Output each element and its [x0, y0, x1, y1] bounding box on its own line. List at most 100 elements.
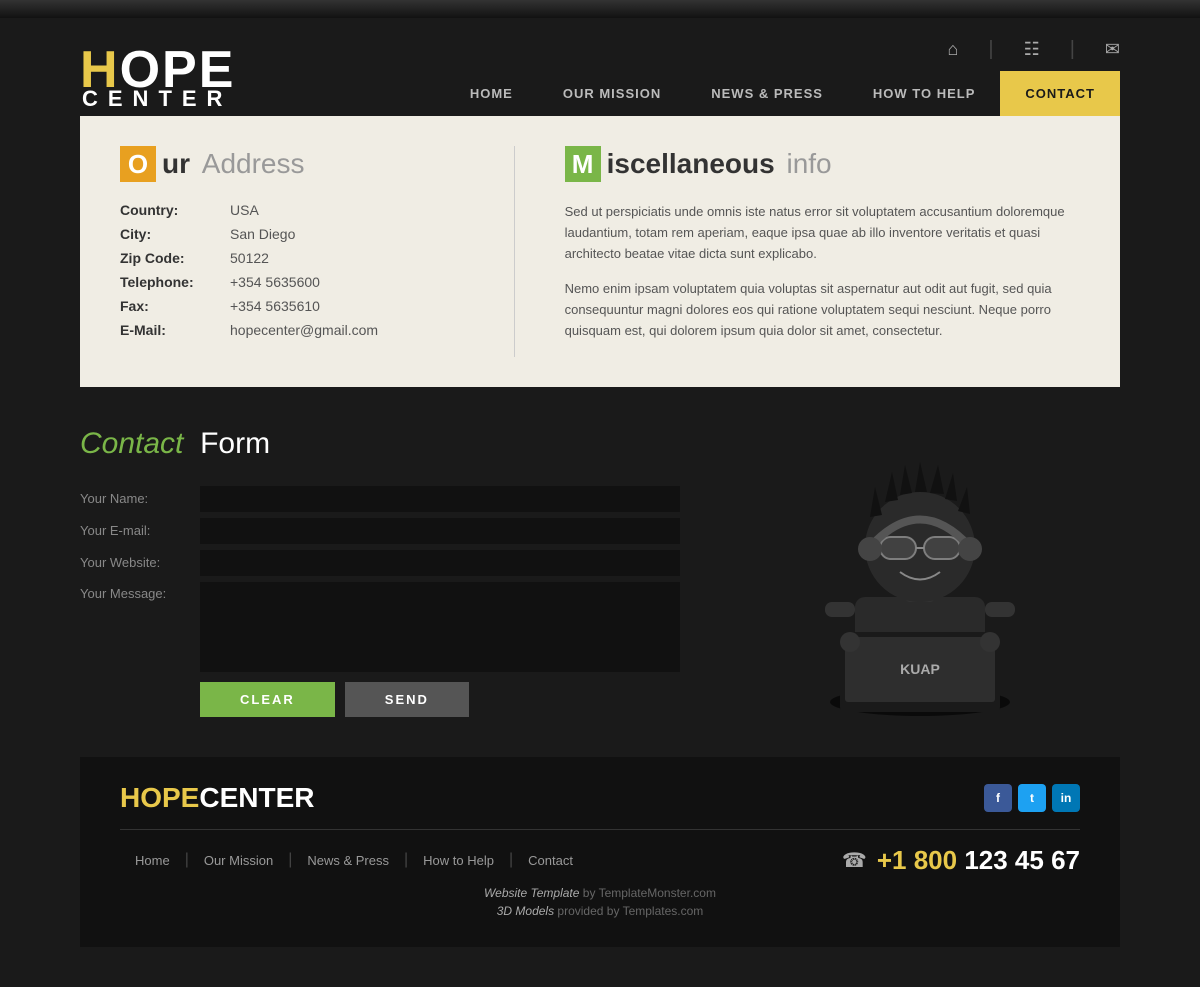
fax-value: +354 5635610: [230, 298, 320, 314]
info-section: O ur Address Country: USA City: San Dieg…: [80, 116, 1120, 387]
address-tel: Telephone: +354 5635600: [120, 274, 464, 290]
icon-sep-2: |: [1070, 38, 1075, 61]
footer-nav-help[interactable]: How to Help: [408, 853, 509, 868]
footer-nav-mission[interactable]: Our Mission: [189, 853, 288, 868]
footer-logo-center: CENTER: [199, 782, 314, 813]
form-title: Contact Form: [80, 427, 680, 461]
mail-icon[interactable]: ✉: [1105, 39, 1120, 60]
contact-form-section: Contact Form Your Name: Your E-mail: You…: [0, 387, 1200, 757]
form-label-name: Your Name:: [80, 491, 200, 506]
form-input-website[interactable]: [200, 550, 680, 576]
address-title-letter: O: [120, 146, 156, 182]
nav-mission[interactable]: OUR MISSION: [538, 71, 686, 116]
phone-icon: ☎: [842, 848, 867, 873]
address-section: O ur Address Country: USA City: San Dieg…: [120, 146, 464, 357]
form-row-email: Your E-mail:: [80, 518, 680, 544]
nav-contact[interactable]: CONTACT: [1000, 71, 1120, 116]
nav-howtohelp[interactable]: HOW TO HELP: [848, 71, 1000, 116]
footer-top: HOPECENTER f t in: [120, 782, 1080, 830]
footer-nav-news[interactable]: News & Press: [292, 853, 404, 868]
top-bar: [0, 0, 1200, 18]
fax-label: Fax:: [120, 298, 230, 314]
zip-label: Zip Code:: [120, 250, 230, 266]
misc-title-word: iscellaneous: [607, 148, 775, 180]
address-country: Country: USA: [120, 202, 464, 218]
country-label: Country:: [120, 202, 230, 218]
misc-para-2: Nemo enim ipsam voluptatem quia voluptas…: [565, 279, 1080, 341]
robot-figure: KUAP: [810, 437, 1030, 717]
footer-credit-1: Website Template by TemplateMonster.com: [120, 886, 1080, 900]
misc-section: M iscellaneous info Sed ut perspiciatis …: [565, 146, 1080, 357]
clear-button[interactable]: CLEAR: [200, 682, 335, 717]
address-fax: Fax: +354 5635610: [120, 298, 464, 314]
form-textarea-message[interactable]: [200, 582, 680, 672]
tel-label: Telephone:: [120, 274, 230, 290]
footer: HOPECENTER f t in Home | Our Mission | N…: [80, 757, 1120, 947]
phone-prefix: +1 800: [877, 845, 957, 875]
footer-nav-contact[interactable]: Contact: [513, 853, 588, 868]
svg-text:KUAP: KUAP: [900, 661, 940, 677]
form-title-form: Form: [200, 427, 270, 460]
icon-sep-1: |: [988, 38, 993, 61]
send-button[interactable]: SEND: [345, 682, 469, 717]
social-facebook[interactable]: f: [984, 784, 1012, 812]
credit1-highlight: Website Template: [484, 886, 579, 900]
nav-home[interactable]: HOME: [445, 71, 538, 116]
social-linkedin[interactable]: in: [1052, 784, 1080, 812]
form-label-email: Your E-mail:: [80, 523, 200, 538]
home-icon[interactable]: ⌂: [947, 39, 958, 60]
address-table: Country: USA City: San Diego Zip Code: 5…: [120, 202, 464, 338]
city-value: San Diego: [230, 226, 295, 242]
address-email: E-Mail: hopecenter@gmail.com: [120, 322, 464, 338]
form-label-website: Your Website:: [80, 555, 200, 570]
nav-news[interactable]: NEWS & PRESS: [686, 71, 848, 116]
footer-credit-2: 3D Models provided by Templates.com: [120, 904, 1080, 918]
footer-nav-links: Home | Our Mission | News & Press | How …: [120, 851, 588, 869]
phone-number: +1 800 123 45 67: [877, 845, 1080, 876]
footer-logo[interactable]: HOPECENTER: [120, 782, 314, 814]
misc-title-rest: info: [786, 148, 831, 180]
footer-nav-home[interactable]: Home: [120, 853, 185, 868]
form-buttons: CLEAR SEND: [200, 682, 680, 717]
phone-digits: 123 45 67: [964, 845, 1080, 875]
city-label: City:: [120, 226, 230, 242]
credit1-rest: by TemplateMonster.com: [579, 886, 716, 900]
footer-row-nav: Home | Our Mission | News & Press | How …: [120, 845, 1080, 876]
credit2-highlight: 3D Models: [497, 904, 554, 918]
logo-center: CENTER: [80, 88, 235, 110]
footer-social: f t in: [984, 784, 1080, 812]
form-label-message: Your Message:: [80, 582, 200, 601]
misc-title: M iscellaneous info: [565, 146, 1080, 182]
site-logo[interactable]: HOPE CENTER: [80, 44, 235, 110]
footer-logo-hope: HOPE: [120, 782, 199, 813]
form-input-email[interactable]: [200, 518, 680, 544]
form-row-message: Your Message:: [80, 582, 680, 672]
form-row-website: Your Website:: [80, 550, 680, 576]
footer-phone: ☎ +1 800 123 45 67: [842, 845, 1080, 876]
misc-title-letter: M: [565, 146, 601, 182]
form-row-name: Your Name:: [80, 486, 680, 512]
misc-para-1: Sed ut perspiciatis unde omnis iste natu…: [565, 202, 1080, 264]
address-title-rest: Address: [202, 148, 305, 180]
form-input-name[interactable]: [200, 486, 680, 512]
header-icons: ⌂ | ☷ | ✉: [947, 38, 1120, 61]
email-label: E-Mail:: [120, 322, 230, 338]
section-divider: [514, 146, 515, 357]
address-title: O ur Address: [120, 146, 464, 182]
tel-value: +354 5635600: [230, 274, 320, 290]
country-value: USA: [230, 202, 259, 218]
footer-bottom: Website Template by TemplateMonster.com …: [120, 876, 1080, 932]
main-nav: HOME OUR MISSION NEWS & PRESS HOW TO HEL…: [445, 71, 1120, 116]
social-twitter[interactable]: t: [1018, 784, 1046, 812]
address-city: City: San Diego: [120, 226, 464, 242]
email-value[interactable]: hopecenter@gmail.com: [230, 322, 378, 338]
cart-icon[interactable]: ☷: [1024, 39, 1040, 60]
address-title-word: ur: [162, 148, 190, 180]
credit2-rest: provided by Templates.com: [554, 904, 703, 918]
header: HOPE CENTER ⌂ | ☷ | ✉ HOME OUR MISSION N…: [0, 18, 1200, 116]
zip-value: 50122: [230, 250, 269, 266]
contact-form-right: KUAP: [720, 427, 1120, 717]
form-title-contact: Contact: [80, 427, 183, 460]
contact-form-left: Contact Form Your Name: Your E-mail: You…: [80, 427, 680, 717]
address-zip: Zip Code: 50122: [120, 250, 464, 266]
